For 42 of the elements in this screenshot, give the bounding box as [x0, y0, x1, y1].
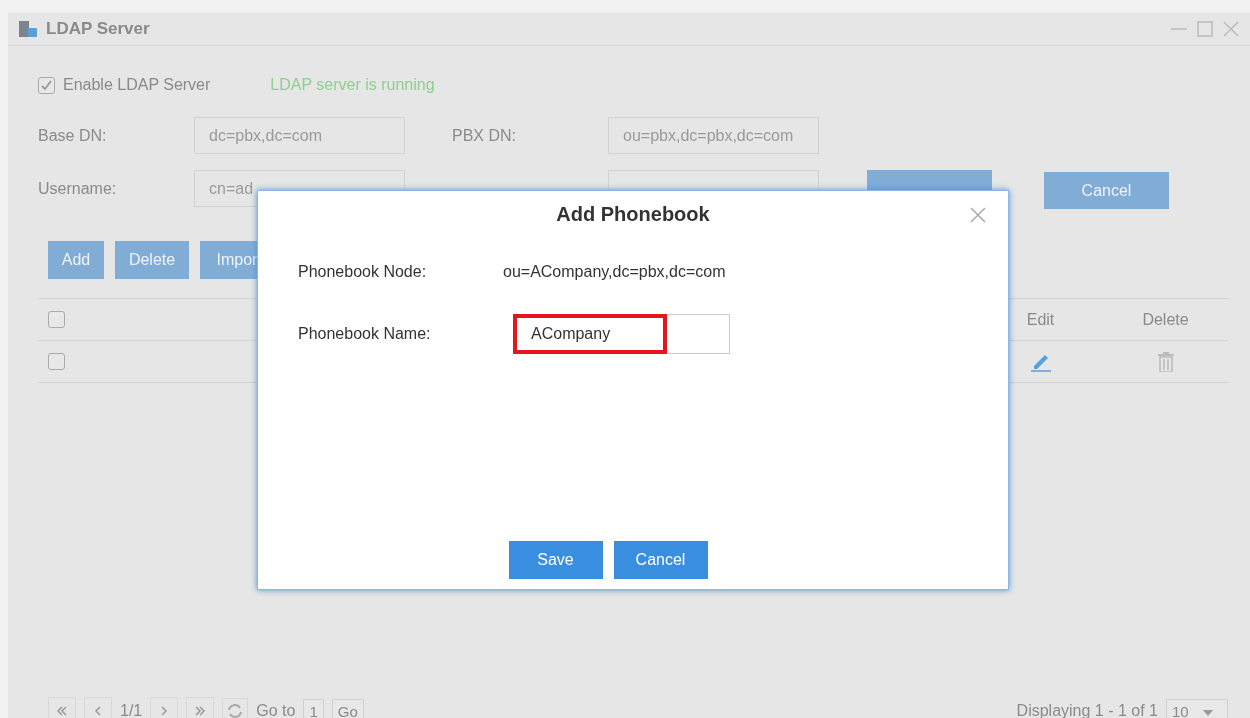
maximize-icon[interactable] [1196, 20, 1214, 38]
first-page-button[interactable] [48, 697, 76, 718]
double-chevron-left-icon [56, 705, 68, 717]
field-label: Base DN: [38, 126, 108, 145]
window-title: LDAP Server [46, 19, 151, 39]
previous-page-button[interactable] [84, 697, 112, 718]
page-input[interactable]: 1 [303, 698, 324, 718]
status-text: LDAP server is running [270, 76, 435, 94]
page-indicator: 1/1 [120, 702, 143, 718]
name-input[interactable]: ACompany [513, 314, 730, 354]
refresh-icon[interactable] [222, 698, 249, 718]
toolbar-button[interactable]: Add [48, 241, 104, 279]
row-checkbox[interactable] [48, 353, 65, 370]
close-icon[interactable] [1222, 20, 1240, 38]
name-label: Phonebook Name: [298, 325, 432, 343]
select-all-checkbox[interactable] [48, 311, 65, 328]
caret-icon [1202, 709, 1213, 717]
double-chevron-right-icon [194, 705, 207, 717]
trash-icon[interactable] [1156, 351, 1175, 372]
toolbar-button[interactable]: Delete [115, 241, 189, 279]
node-value: ou=ACompany,dc=pbx,dc=com [503, 263, 726, 281]
page-size-select[interactable]: 10 [1166, 698, 1228, 718]
go-button[interactable]: Go [331, 698, 364, 718]
goto-label: Go to [256, 702, 296, 718]
field-label: Username: [38, 179, 118, 198]
chevron-left-icon [92, 705, 104, 717]
server-icon [18, 20, 38, 38]
cancel-button[interactable]: Cancel [613, 541, 708, 579]
save-button[interactable]: Save [508, 541, 603, 579]
enable-label: Enable LDAP Server [63, 76, 211, 94]
column-header: Delete [1141, 310, 1190, 329]
text-field[interactable]: dc=pbx,dc=com [194, 117, 405, 154]
last-page-button[interactable] [186, 697, 215, 718]
cancel-button[interactable]: Cancel [1044, 172, 1169, 209]
node-label: Phonebook Node: [298, 263, 428, 281]
field-label: PBX DN: [452, 126, 517, 145]
column-header: Edit [1025, 310, 1056, 329]
dialog-title: Add Phonebook [556, 202, 710, 226]
enable-checkbox[interactable] [38, 76, 55, 94]
next-page-button[interactable] [150, 697, 179, 718]
close-icon[interactable] [970, 207, 986, 223]
text-field[interactable]: ou=pbx,dc=pbx,dc=com [608, 117, 819, 154]
